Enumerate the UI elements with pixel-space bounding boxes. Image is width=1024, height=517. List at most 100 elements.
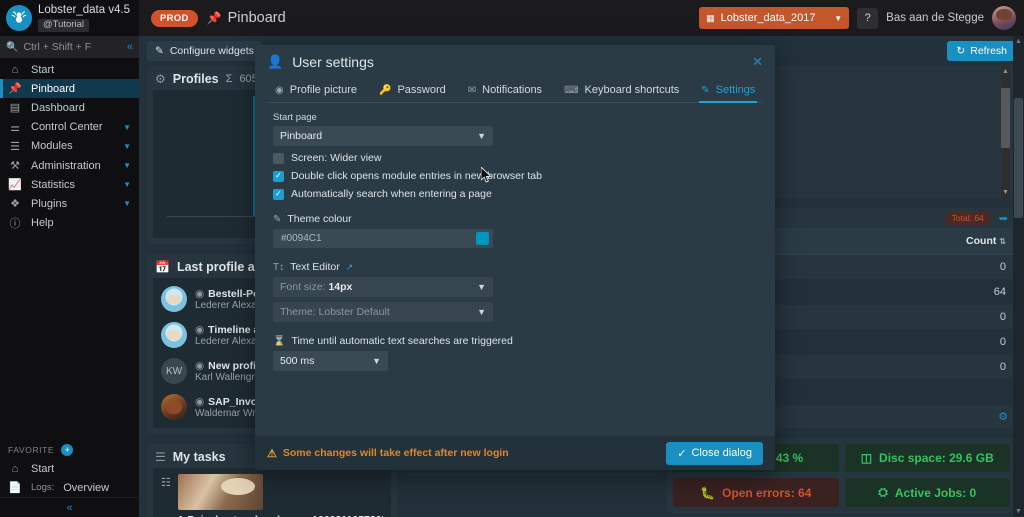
sidebar-item-label: Administration xyxy=(31,159,101,172)
checkbox-row-auto-search[interactable]: Automatically search when entering a pag… xyxy=(273,188,763,200)
theme-colour-section: ✎ Theme colour xyxy=(273,213,763,225)
plugin-icon: ❖ xyxy=(10,198,20,211)
colour-swatch[interactable] xyxy=(476,232,489,245)
top-bar: Lobster_data v4.5 @Tutorial PROD 📌 Pinbo… xyxy=(0,0,1024,36)
chevron-down-icon: ▼ xyxy=(477,282,486,292)
scroll-up-arrow-icon[interactable]: ▲ xyxy=(1014,38,1023,45)
chevron-down-icon[interactable]: ▼ xyxy=(123,123,131,132)
search-delay-select[interactable]: 500 ms ▼ xyxy=(273,351,388,371)
tab-profile-picture[interactable]: ◉ Profile picture xyxy=(273,80,359,102)
total-badge: Total: 64 xyxy=(944,211,991,225)
sidebar-item-control-center[interactable]: ⚌ Control Center ▼ xyxy=(0,118,139,137)
page-scrollbar-thumb[interactable] xyxy=(1014,98,1023,218)
configure-widgets-button[interactable]: ✎ Configure widgets xyxy=(147,40,262,61)
help-button[interactable]: ? xyxy=(857,7,879,29)
font-size-select[interactable]: Font size: 14px ▼ xyxy=(273,277,493,297)
editor-theme-select[interactable]: Theme: Lobster Default ▼ xyxy=(273,302,493,322)
favorite-label: Overview xyxy=(63,481,110,494)
chevron-down-icon[interactable]: ▼ xyxy=(123,199,131,208)
status-tile-disc-space[interactable]: ◫ Disc space: 29.6 GB xyxy=(844,444,1010,472)
tab-settings[interactable]: ✎ Settings xyxy=(699,80,758,103)
home-icon: ⌂ xyxy=(11,63,19,76)
chevron-down-icon: ▼ xyxy=(372,356,381,366)
layers-icon: ☰ xyxy=(10,140,20,153)
sidebar-item-statistics[interactable]: 📈 Statistics ▼ xyxy=(0,175,139,194)
sidebar-item-dashboard[interactable]: ▤ Dashboard xyxy=(0,98,139,117)
tab-password[interactable]: 🔑 Password xyxy=(377,80,448,102)
log-icon: 📄 xyxy=(8,482,22,494)
check-icon: ✓ xyxy=(677,447,687,460)
checkbox-row-double-click[interactable]: Double click opens module entries in new… xyxy=(273,170,763,182)
sidebar-item-help[interactable]: ⓘ Help xyxy=(0,214,139,233)
start-page-value: Pinboard xyxy=(280,130,323,142)
environment-selector[interactable]: ▦ Lobster_data_2017 ▼ xyxy=(699,7,850,29)
pencil-icon: ✎ xyxy=(701,84,710,96)
chevron-down-icon[interactable]: ▼ xyxy=(123,161,131,170)
sidebar-nav: ⌂ Start 📌 Pinboard ▤ Dashboard ⚌ Control… xyxy=(0,58,139,233)
theme-colour-input[interactable]: #0094C1 xyxy=(273,229,493,248)
refresh-button[interactable]: ↻ Refresh xyxy=(947,40,1016,61)
tab-keyboard-shortcuts[interactable]: ⌨ Keyboard shortcuts xyxy=(562,80,681,102)
tab-label: Keyboard shortcuts xyxy=(584,84,680,96)
sidebar-item-label: Dashboard xyxy=(31,101,85,114)
list-item[interactable]: ☷ 1-Reisekostenabrechnung 1660811057307 … xyxy=(153,468,391,517)
close-icon[interactable]: ✕ xyxy=(752,54,763,70)
chevron-down-icon[interactable]: ▼ xyxy=(123,142,131,151)
page-scrollbar[interactable]: ▲ ▼ xyxy=(1013,36,1024,517)
chevron-down-icon[interactable]: ▼ xyxy=(123,180,131,189)
sidebar-item-plugins[interactable]: ❖ Plugins ▼ xyxy=(0,194,139,213)
scroll-down-arrow-icon[interactable]: ▼ xyxy=(1001,189,1010,196)
search-icon: 🔍 xyxy=(6,41,19,53)
gear-icon[interactable]: ⚙ xyxy=(998,410,1008,423)
profile-picture-icon: ◉ xyxy=(275,84,284,96)
status-tile-active-jobs[interactable]: ⛭ Active Jobs: 0 xyxy=(844,478,1010,507)
sidebar-item-label: Start xyxy=(31,63,55,76)
chevron-double-left-icon: « xyxy=(66,501,73,514)
text-editor-label: Text Editor xyxy=(290,261,340,273)
user-icon: 👤 xyxy=(267,53,284,69)
scroll-up-arrow-icon[interactable]: ▲ xyxy=(1001,68,1010,75)
scroll-down-arrow-icon[interactable]: ▼ xyxy=(1014,508,1023,515)
sidebar-collapse-button[interactable]: « xyxy=(0,497,139,517)
tasks-title: My tasks xyxy=(172,450,226,464)
inner-scrollbar-thumb[interactable] xyxy=(1001,88,1010,148)
checkbox-label: Automatically search when entering a pag… xyxy=(291,188,492,200)
home-icon: ⌂ xyxy=(11,462,19,475)
start-page-label: Start page xyxy=(273,112,317,123)
tab-notifications[interactable]: ✉ Notifications xyxy=(466,80,544,102)
configure-widgets-label: Configure widgets xyxy=(169,44,254,57)
checkbox-row-wider-view[interactable]: Screen: Wider view xyxy=(273,152,763,164)
sidebar-item-administration[interactable]: ⚒ Administration ▼ xyxy=(0,156,139,175)
share-icon[interactable]: ➥ xyxy=(999,212,1008,225)
inner-scrollbar[interactable]: ▲ ▼ xyxy=(1001,66,1010,198)
sort-icon[interactable]: ⇅ xyxy=(999,237,1006,246)
environment-label: Lobster_data_2017 xyxy=(720,12,816,24)
chevron-double-left-icon[interactable]: « xyxy=(127,41,133,53)
pencil-icon: ✎ xyxy=(155,44,164,57)
tab-label: Password xyxy=(397,84,446,96)
avatar xyxy=(161,394,187,420)
prod-badge: PROD xyxy=(151,9,198,27)
search-input[interactable]: 🔍 Ctrl + Shift + F « xyxy=(0,36,139,58)
checkbox-wider-view[interactable] xyxy=(273,152,284,164)
external-link-icon[interactable]: ↗ xyxy=(346,262,354,273)
brand-area[interactable]: Lobster_data v4.5 @Tutorial xyxy=(0,0,139,36)
close-dialog-button[interactable]: ✓ Close dialog xyxy=(666,441,763,465)
sidebar: 🔍 Ctrl + Shift + F « ⌂ Start 📌 Pinboard … xyxy=(0,36,139,517)
start-page-select[interactable]: Pinboard ▼ xyxy=(273,126,493,146)
profiles-title: Profiles xyxy=(172,72,219,86)
favorite-item-logs-overview[interactable]: 📄 Logs: Overview xyxy=(0,478,139,497)
checkbox-auto-search[interactable] xyxy=(273,188,284,200)
status-tile-open-errors[interactable]: 🐛 Open errors: 64 xyxy=(673,478,839,507)
plus-icon[interactable]: + xyxy=(61,444,74,456)
sidebar-item-start[interactable]: ⌂ Start xyxy=(0,60,139,79)
tasks-list: ☷ 1-Reisekostenabrechnung 1660811057307 … xyxy=(153,468,391,517)
avatar[interactable] xyxy=(992,6,1016,30)
flow-icon: ☷ xyxy=(161,477,171,489)
favorite-item-start[interactable]: ⌂ Start xyxy=(0,459,139,478)
hourglass-icon: ⌛ xyxy=(273,335,286,347)
sidebar-item-pinboard[interactable]: 📌 Pinboard xyxy=(0,79,139,99)
warning-icon: ⚠ xyxy=(267,447,277,460)
checkbox-double-click[interactable] xyxy=(273,170,284,182)
sidebar-item-modules[interactable]: ☰ Modules ▼ xyxy=(0,137,139,156)
